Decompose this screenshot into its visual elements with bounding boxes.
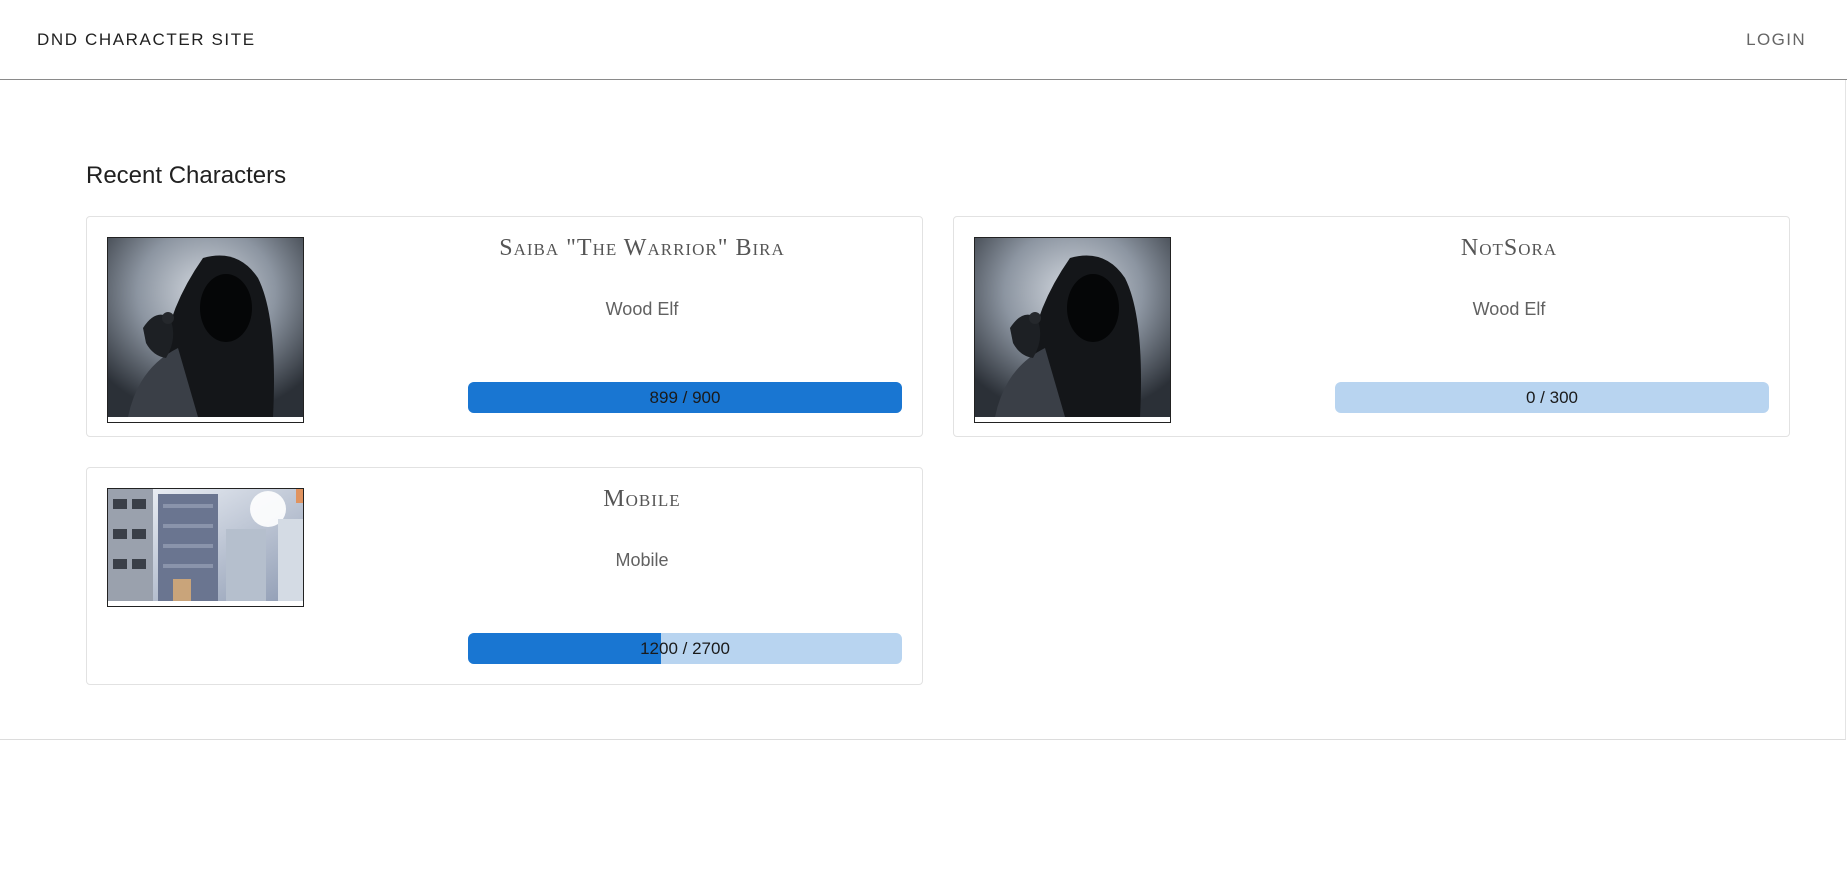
character-card[interactable]: NotSora Wood Elf 0 / 300	[953, 216, 1790, 437]
xp-progress-label: 0 / 300	[1526, 387, 1578, 407]
character-name[interactable]: Mobile	[382, 486, 902, 513]
login-button[interactable]: LOGIN	[1746, 30, 1806, 50]
app-bar: DND CHARACTER SITE LOGIN	[0, 0, 1847, 80]
character-image	[974, 237, 1171, 423]
xp-progress-label: 1200 / 2700	[640, 638, 730, 658]
character-info: Saiba "The Warrior" Bira Wood Elf 899 / …	[382, 217, 902, 436]
xp-progress-bar: 899 / 900	[468, 382, 902, 413]
character-name[interactable]: Saiba "The Warrior" Bira	[382, 235, 902, 262]
character-card[interactable]: Mobile Mobile 1200 / 2700	[86, 467, 923, 685]
main-content: Recent Characters Saiba "The Warrior" Bi…	[0, 80, 1846, 740]
hooded-figure-image	[108, 238, 303, 417]
xp-progress-label: 899 / 900	[649, 387, 721, 407]
section-title: Recent Characters	[86, 162, 287, 189]
character-race: Mobile	[615, 550, 669, 570]
xp-progress-bar: 1200 / 2700	[468, 633, 902, 664]
character-image	[107, 237, 304, 423]
character-race: Wood Elf	[605, 299, 679, 319]
character-info: NotSora Wood Elf 0 / 300	[1249, 217, 1769, 436]
hooded-figure-image	[975, 238, 1170, 417]
character-card[interactable]: Saiba "The Warrior" Bira Wood Elf 899 / …	[86, 216, 923, 437]
character-info: Mobile Mobile 1200 / 2700	[382, 468, 902, 684]
character-name[interactable]: NotSora	[1249, 235, 1769, 262]
character-race: Wood Elf	[1472, 299, 1546, 319]
city-building-image	[108, 489, 303, 601]
site-title[interactable]: DND CHARACTER SITE	[37, 30, 256, 50]
xp-progress-bar: 0 / 300	[1335, 382, 1769, 413]
character-image	[107, 488, 304, 607]
